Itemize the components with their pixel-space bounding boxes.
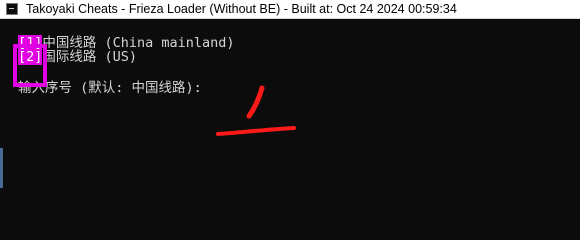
- handwritten-annotation-1: [216, 85, 296, 136]
- window-edge-strip: [0, 148, 3, 188]
